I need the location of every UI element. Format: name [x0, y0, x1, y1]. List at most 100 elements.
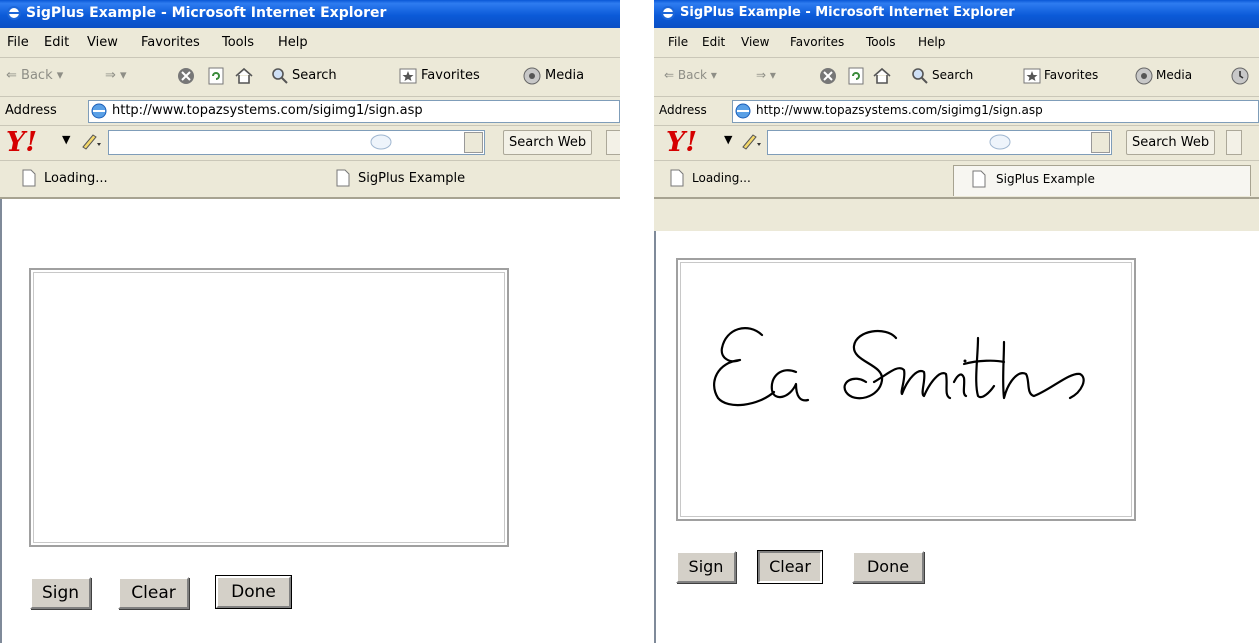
menu-view[interactable]: View: [87, 35, 118, 50]
signature-pad[interactable]: [676, 258, 1136, 521]
ie-page-icon: [735, 103, 751, 119]
tab-label: SigPlus Example: [996, 172, 1095, 186]
menu-file[interactable]: File: [668, 35, 688, 49]
media-button[interactable]: Media: [1156, 68, 1192, 82]
refresh-icon[interactable]: [206, 66, 226, 86]
tab-bar: Loading... SigPlus Example: [654, 161, 1259, 199]
address-label: Address: [5, 103, 57, 118]
back-label: Back: [677, 68, 708, 82]
blank-page-icon: [972, 170, 986, 188]
address-bar: Address http://www.topazsystems.com/sigi…: [0, 97, 620, 126]
media-button[interactable]: Media: [545, 68, 584, 83]
menu-tools[interactable]: Tools: [866, 35, 896, 49]
clear-button[interactable]: Clear: [118, 577, 189, 609]
browser-window-signed: SigPlus Example - Microsoft Internet Exp…: [654, 0, 1259, 643]
address-url: http://www.topazsystems.com/sigimg1/sign…: [112, 103, 423, 118]
back-label: Back: [21, 68, 53, 83]
favorites-star-icon: [1023, 68, 1041, 84]
page-content: Sign Clear Done: [0, 199, 620, 643]
menu-edit[interactable]: Edit: [44, 35, 69, 50]
page-content: Sign Clear Done: [654, 231, 1259, 643]
stop-icon[interactable]: [818, 66, 838, 86]
magnifier-icon: [989, 134, 1011, 150]
address-bar: Address http://www.topazsystems.com/sigi…: [654, 97, 1259, 126]
done-button[interactable]: Done: [852, 551, 924, 583]
yahoo-search-dropdown[interactable]: [1091, 132, 1110, 153]
search-web-dropdown[interactable]: [606, 130, 620, 155]
yahoo-menu-chevron-icon[interactable]: ▼: [62, 133, 70, 146]
menu-file[interactable]: File: [7, 35, 29, 50]
internet-explorer-icon: [7, 6, 21, 20]
refresh-icon[interactable]: [846, 66, 866, 86]
blank-page-icon: [670, 169, 684, 187]
address-input[interactable]: http://www.topazsystems.com/sigimg1/sign…: [732, 100, 1259, 123]
menu-help[interactable]: Help: [278, 35, 308, 50]
tab-loading[interactable]: Loading...: [16, 165, 316, 195]
yahoo-menu-chevron-icon[interactable]: ▼: [724, 133, 732, 146]
blank-page-icon: [22, 169, 36, 187]
address-label: Address: [659, 103, 707, 117]
forward-button[interactable]: ⇒ ▾: [756, 68, 776, 82]
standard-toolbar: ⇐ Back ▾ ⇒ ▾ Search Favorites Media: [0, 58, 620, 97]
tab-sigplus[interactable]: SigPlus Example: [330, 165, 620, 195]
favorites-star-icon: [399, 68, 417, 84]
menu-view[interactable]: View: [741, 35, 769, 49]
blank-page-icon: [336, 169, 350, 187]
back-button[interactable]: ⇐ Back ▾: [6, 68, 63, 83]
window-title: SigPlus Example - Microsoft Internet Exp…: [680, 5, 1015, 20]
home-icon[interactable]: [872, 66, 892, 86]
forward-button[interactable]: ⇒ ▾: [105, 68, 127, 83]
favorites-button[interactable]: Favorites: [1044, 68, 1098, 82]
ie-page-icon: [91, 103, 107, 119]
pencil-icon[interactable]: [740, 131, 762, 151]
search-web-button[interactable]: Search Web: [503, 130, 593, 155]
search-button[interactable]: Search: [932, 68, 973, 82]
stop-icon[interactable]: [176, 66, 196, 86]
address-input[interactable]: http://www.topazsystems.com/sigimg1/sign…: [88, 100, 620, 123]
history-icon[interactable]: [1230, 66, 1250, 86]
magnifier-icon: [370, 134, 392, 150]
clear-button[interactable]: Clear: [757, 550, 823, 584]
sign-button[interactable]: Sign: [676, 551, 736, 583]
yahoo-search-dropdown[interactable]: [464, 132, 483, 153]
favorites-button[interactable]: Favorites: [421, 68, 480, 83]
standard-toolbar: ⇐ Back ▾ ⇒ ▾ Search Favorites Media: [654, 58, 1259, 97]
tab-label: Loading...: [692, 171, 751, 185]
yahoo-logo[interactable]: Y!: [6, 127, 37, 158]
media-icon: [1135, 67, 1153, 85]
yahoo-toolbar: Y! ▼ Search Web: [0, 126, 620, 161]
search-web-dropdown[interactable]: [1226, 130, 1242, 155]
tab-sigplus[interactable]: SigPlus Example: [953, 165, 1251, 196]
search-icon: [912, 68, 928, 84]
menu-tools[interactable]: Tools: [222, 35, 254, 50]
menu-bar: File Edit View Favorites Tools Help: [0, 29, 620, 58]
pencil-icon[interactable]: [80, 131, 102, 151]
yahoo-logo[interactable]: Y!: [666, 127, 697, 158]
tab-label: Loading...: [44, 171, 108, 186]
browser-window-empty: SigPlus Example - Microsoft Internet Exp…: [0, 0, 620, 643]
menu-edit[interactable]: Edit: [702, 35, 725, 49]
title-bar: SigPlus Example - Microsoft Internet Exp…: [654, 0, 1259, 28]
tab-label: SigPlus Example: [358, 171, 466, 186]
menu-favorites[interactable]: Favorites: [141, 35, 200, 50]
menu-favorites[interactable]: Favorites: [790, 35, 844, 49]
yahoo-search-input[interactable]: [767, 130, 1112, 155]
tab-bar: Loading... SigPlus Example: [0, 161, 620, 199]
search-button[interactable]: Search: [292, 68, 337, 83]
home-icon[interactable]: [234, 66, 254, 86]
yahoo-search-input[interactable]: [108, 130, 485, 155]
tab-loading[interactable]: Loading...: [664, 165, 949, 195]
signature-stroke: [713, 327, 1085, 407]
back-button[interactable]: ⇐ Back ▾: [664, 68, 717, 82]
signature-pad[interactable]: [29, 268, 509, 547]
done-button[interactable]: Done: [215, 575, 292, 609]
window-title: SigPlus Example - Microsoft Internet Exp…: [26, 5, 387, 21]
search-icon: [272, 68, 288, 84]
menu-bar: File Edit View Favorites Tools Help: [654, 29, 1259, 58]
search-web-button[interactable]: Search Web: [1126, 130, 1216, 155]
title-bar: SigPlus Example - Microsoft Internet Exp…: [0, 0, 620, 28]
sign-button[interactable]: Sign: [30, 577, 91, 609]
address-url: http://www.topazsystems.com/sigimg1/sign…: [756, 103, 1043, 117]
menu-help[interactable]: Help: [918, 35, 945, 49]
yahoo-toolbar: Y! ▼ Search Web: [654, 126, 1259, 161]
